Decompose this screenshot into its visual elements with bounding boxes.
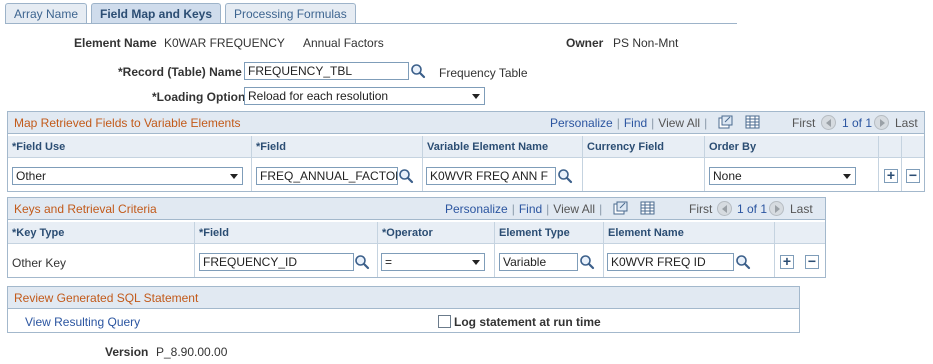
view-resulting-query-link[interactable]: View Resulting Query	[25, 315, 140, 329]
find-link[interactable]: Find	[624, 116, 647, 130]
chevron-down-icon	[843, 174, 851, 179]
element-description: Annual Factors	[303, 36, 384, 50]
chevron-down-icon	[230, 174, 238, 179]
element-name-value: K0WAR FREQUENCY	[164, 36, 285, 50]
log-statement-checkbox[interactable]	[438, 315, 451, 328]
personalize-link[interactable]: Personalize	[550, 116, 613, 130]
version-label: Version	[105, 345, 149, 359]
search-icon[interactable]	[410, 63, 426, 79]
keys-title: Keys and Retrieval Criteria	[14, 202, 157, 216]
field-input[interactable]: FREQ_ANNUAL_FACTOR	[256, 167, 398, 185]
grid-download-icon[interactable]	[640, 201, 655, 215]
map-fields-title: Map Retrieved Fields to Variable Element…	[14, 116, 241, 130]
next-row-icon[interactable]	[874, 115, 889, 130]
operator-select[interactable]: =	[381, 253, 485, 271]
search-icon[interactable]	[398, 168, 414, 184]
col-operator: *Operator	[382, 227, 433, 239]
next-row-icon[interactable]	[769, 201, 784, 216]
search-icon[interactable]	[354, 254, 370, 270]
new-window-icon[interactable]	[718, 115, 733, 129]
version-value: P_8.90.00.00	[156, 345, 228, 359]
loading-option-label: *Loading Option	[152, 90, 246, 104]
col-element-type: Element Type	[499, 227, 570, 239]
loading-option-value: Reload for each resolution	[248, 89, 389, 103]
col-order-by: Order By	[709, 141, 757, 153]
keys-nav: Personalize | Find | View All |	[445, 202, 603, 216]
first-label: First	[689, 202, 713, 216]
col-field: *Field	[199, 227, 229, 239]
chevron-down-icon	[472, 94, 480, 99]
add-row-button[interactable]: +	[780, 254, 794, 269]
map-fields-section: Map Retrieved Fields to Variable Element…	[7, 111, 925, 192]
first-label: First	[792, 116, 816, 130]
delete-row-button[interactable]: −	[906, 168, 920, 183]
tab-array-name[interactable]: Array Name	[5, 3, 88, 23]
view-all-link[interactable]: View All	[553, 202, 595, 216]
order-by-value: None	[713, 169, 742, 183]
log-statement-label: Log statement at run time	[454, 315, 601, 329]
col-key-type: *Key Type	[12, 227, 65, 239]
keys-header: Keys and Retrieval Criteria Personalize |…	[8, 198, 825, 220]
field-use-value: Other	[16, 169, 47, 183]
key-field-input[interactable]: FREQUENCY_ID	[199, 253, 354, 271]
map-fields-nav: Personalize | Find | View All |	[550, 116, 708, 130]
col-element-name: Element Name	[608, 227, 684, 239]
variable-element-input[interactable]: K0WVR FREQ ANN F	[426, 167, 556, 185]
sql-title: Review Generated SQL Statement	[14, 291, 199, 305]
tab-field-map-and-keys[interactable]: Field Map and Keys	[91, 3, 222, 24]
col-variable-element-name: Variable Element Name	[427, 141, 549, 153]
tab-processing-formulas[interactable]: Processing Formulas	[225, 3, 356, 23]
add-row-button[interactable]: +	[884, 168, 898, 183]
delete-row-button[interactable]: −	[805, 254, 819, 269]
record-name-input[interactable]: FREQUENCY_TBL	[244, 62, 409, 80]
record-name-label: *Record (Table) Name	[118, 65, 242, 79]
chevron-down-icon	[472, 260, 480, 265]
sql-header: Review Generated SQL Statement	[8, 287, 799, 309]
loading-option-select[interactable]: Reload for each resolution	[244, 87, 485, 105]
map-grid-header: *Field Use *Field Variable Element Name …	[8, 136, 924, 158]
col-field-use: *Field Use	[12, 141, 66, 153]
keys-section: Keys and Retrieval Criteria Personalize |…	[7, 197, 826, 278]
search-icon[interactable]	[735, 254, 751, 270]
field-use-select[interactable]: Other	[12, 167, 243, 185]
element-name-label: Element Name	[74, 36, 157, 50]
element-name-input[interactable]: K0WVR FREQ ID	[607, 253, 734, 271]
owner-label: Owner	[566, 36, 604, 50]
tab-divider	[5, 23, 737, 24]
owner-value: PS Non-Mnt	[613, 36, 679, 50]
view-all-link[interactable]: View All	[658, 116, 700, 130]
pager-text: 1 of 1	[737, 202, 768, 216]
new-window-icon[interactable]	[613, 201, 628, 215]
keys-grid-header: *Key Type *Field *Operator Element Type …	[8, 222, 825, 244]
previous-row-icon[interactable]	[717, 201, 732, 216]
operator-value: =	[385, 255, 393, 269]
last-label: Last	[790, 202, 813, 216]
search-icon[interactable]	[557, 168, 573, 184]
search-icon[interactable]	[579, 254, 595, 270]
grid-download-icon[interactable]	[745, 115, 760, 129]
col-currency-field: Currency Field	[587, 141, 665, 153]
find-link[interactable]: Find	[519, 202, 542, 216]
col-field: *Field	[256, 141, 286, 153]
order-by-select[interactable]: None	[709, 167, 856, 185]
map-fields-header: Map Retrieved Fields to Variable Element…	[8, 112, 924, 134]
pager-text: 1 of 1	[842, 116, 873, 130]
key-type-value: Other Key	[12, 256, 67, 270]
last-label: Last	[895, 116, 918, 130]
record-description: Frequency Table	[439, 66, 528, 80]
element-type-input[interactable]: Variable	[499, 253, 578, 271]
personalize-link[interactable]: Personalize	[445, 202, 508, 216]
sql-section: Review Generated SQL Statement View Resu…	[7, 286, 800, 333]
previous-row-icon[interactable]	[821, 115, 836, 130]
